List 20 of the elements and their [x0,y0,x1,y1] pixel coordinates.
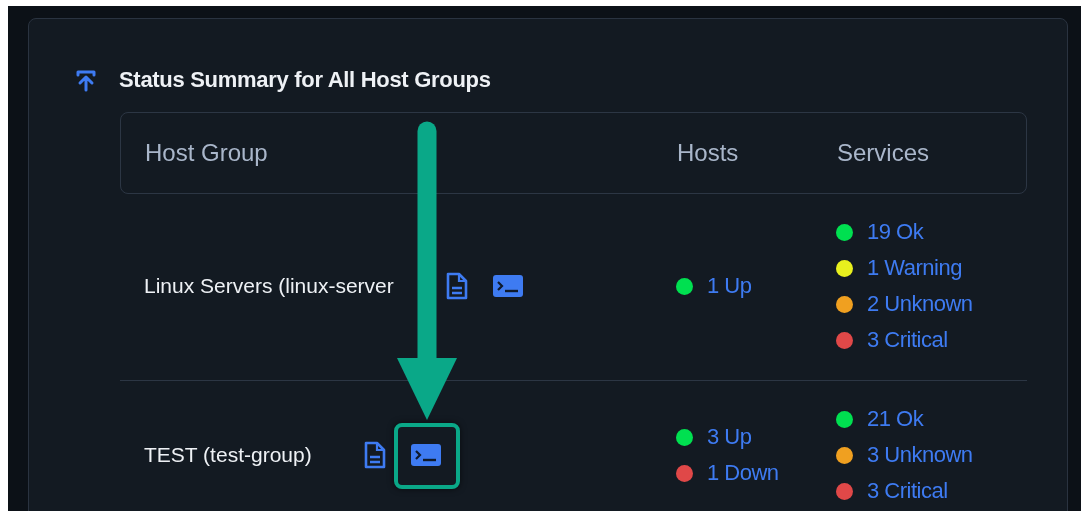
status-link[interactable]: 3 Critical [836,322,948,358]
terminal-icon[interactable] [409,443,442,467]
column-header[interactable]: Hosts [677,139,739,166]
host-group-name: TEST (test-group) [144,442,312,469]
host-group-name: Linux Servers (linux-server [144,273,394,300]
status-link[interactable]: 21 Ok [836,401,924,437]
status-link[interactable]: 19 Ok [836,214,924,250]
document-icon[interactable] [363,441,386,469]
section-title: Status Summary for All Host Groups [119,66,491,94]
status-link[interactable]: 3 Critical [836,473,948,509]
terminal-icon[interactable] [491,274,524,298]
status-link[interactable]: 1 Down [676,455,779,491]
column-header[interactable]: Host Group [145,139,268,166]
status-link[interactable]: 3 Up [676,419,752,455]
status-link[interactable]: 1 Warning [836,250,962,286]
status-link[interactable]: 3 Unknown [836,437,973,473]
status-link[interactable]: 1 Up [676,268,752,304]
document-icon[interactable] [445,272,468,300]
status-link[interactable]: 2 Unknown [836,286,973,322]
column-header[interactable]: Services [837,139,930,166]
